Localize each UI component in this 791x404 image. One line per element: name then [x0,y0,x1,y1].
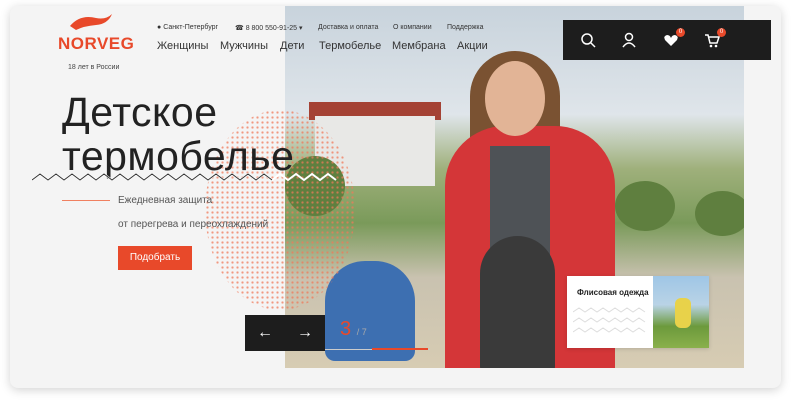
slide-counter: 3 / 7 [340,318,367,341]
promo-card-fleece[interactable]: Флисовая одежда [567,276,709,348]
link-delivery[interactable]: Доставка и оплата [318,24,378,31]
cart-count-badge: 0 [717,28,726,37]
phone-icon: ☎ [235,25,244,32]
search-icon[interactable] [580,32,596,48]
nav-item-sale[interactable]: Акции [457,40,488,52]
promo-image [653,276,709,348]
girl-face [485,61,545,136]
wishlist-count-badge: 0 [676,28,685,37]
prev-slide-button[interactable]: ← [245,315,285,351]
arrow-right-icon: → [297,324,313,341]
header-icon-bar: 0 0 [563,20,771,60]
nav-item-membrane[interactable]: Мембрана [392,40,446,52]
link-about[interactable]: О компании [393,24,432,31]
location-pin-icon: ● [157,24,162,31]
promo-pattern [573,307,646,333]
slide-total: / 7 [356,327,367,337]
nav-item-kids[interactable]: Дети [280,40,304,52]
boy-figure [325,261,415,361]
nav-item-women[interactable]: Женщины [157,40,208,52]
logo-tagline: 18 лет в России [68,64,120,71]
phone-link[interactable]: ☎ 8 800 550-91-25 ▾ [235,24,303,32]
hero-title: Детское термобелье [62,90,294,178]
promo-figure [675,298,691,328]
subtitle-accent-line [62,200,110,201]
hero-title-line1: Детское [62,89,218,135]
slide-progress-fill [372,348,428,350]
user-icon[interactable] [621,32,637,48]
hero-subtitle-line1: Ежедневная защита [118,195,213,206]
arrow-left-icon: ← [257,324,273,341]
next-slide-button[interactable]: → [285,315,325,351]
phone-number: 8 800 550-91-25 [245,25,298,32]
hero-subtitle-line2: от перегрева и переохлаждений [118,219,269,230]
skateboard [480,236,555,368]
select-button[interactable]: Подобрать [118,246,192,270]
logo-text: NORVEG [58,34,135,53]
nav-item-men[interactable]: Мужчины [220,40,268,52]
tree [615,181,675,231]
logo-fox-icon [70,14,112,30]
city-selector[interactable]: ● Санкт-Петербург [157,24,218,31]
slide-current: 3 [340,318,352,340]
chevron-down-icon: ▾ [299,25,303,32]
tree [695,191,744,236]
zigzag-decoration [32,172,337,182]
wishlist-button[interactable]: 0 [663,28,685,48]
nav-item-thermal[interactable]: Термобелье [319,40,381,52]
city-label: Санкт-Петербург [163,24,219,31]
link-support[interactable]: Поддержка [447,24,484,31]
cart-button[interactable]: 0 [704,28,726,48]
promo-label: Флисовая одежда [577,288,649,297]
